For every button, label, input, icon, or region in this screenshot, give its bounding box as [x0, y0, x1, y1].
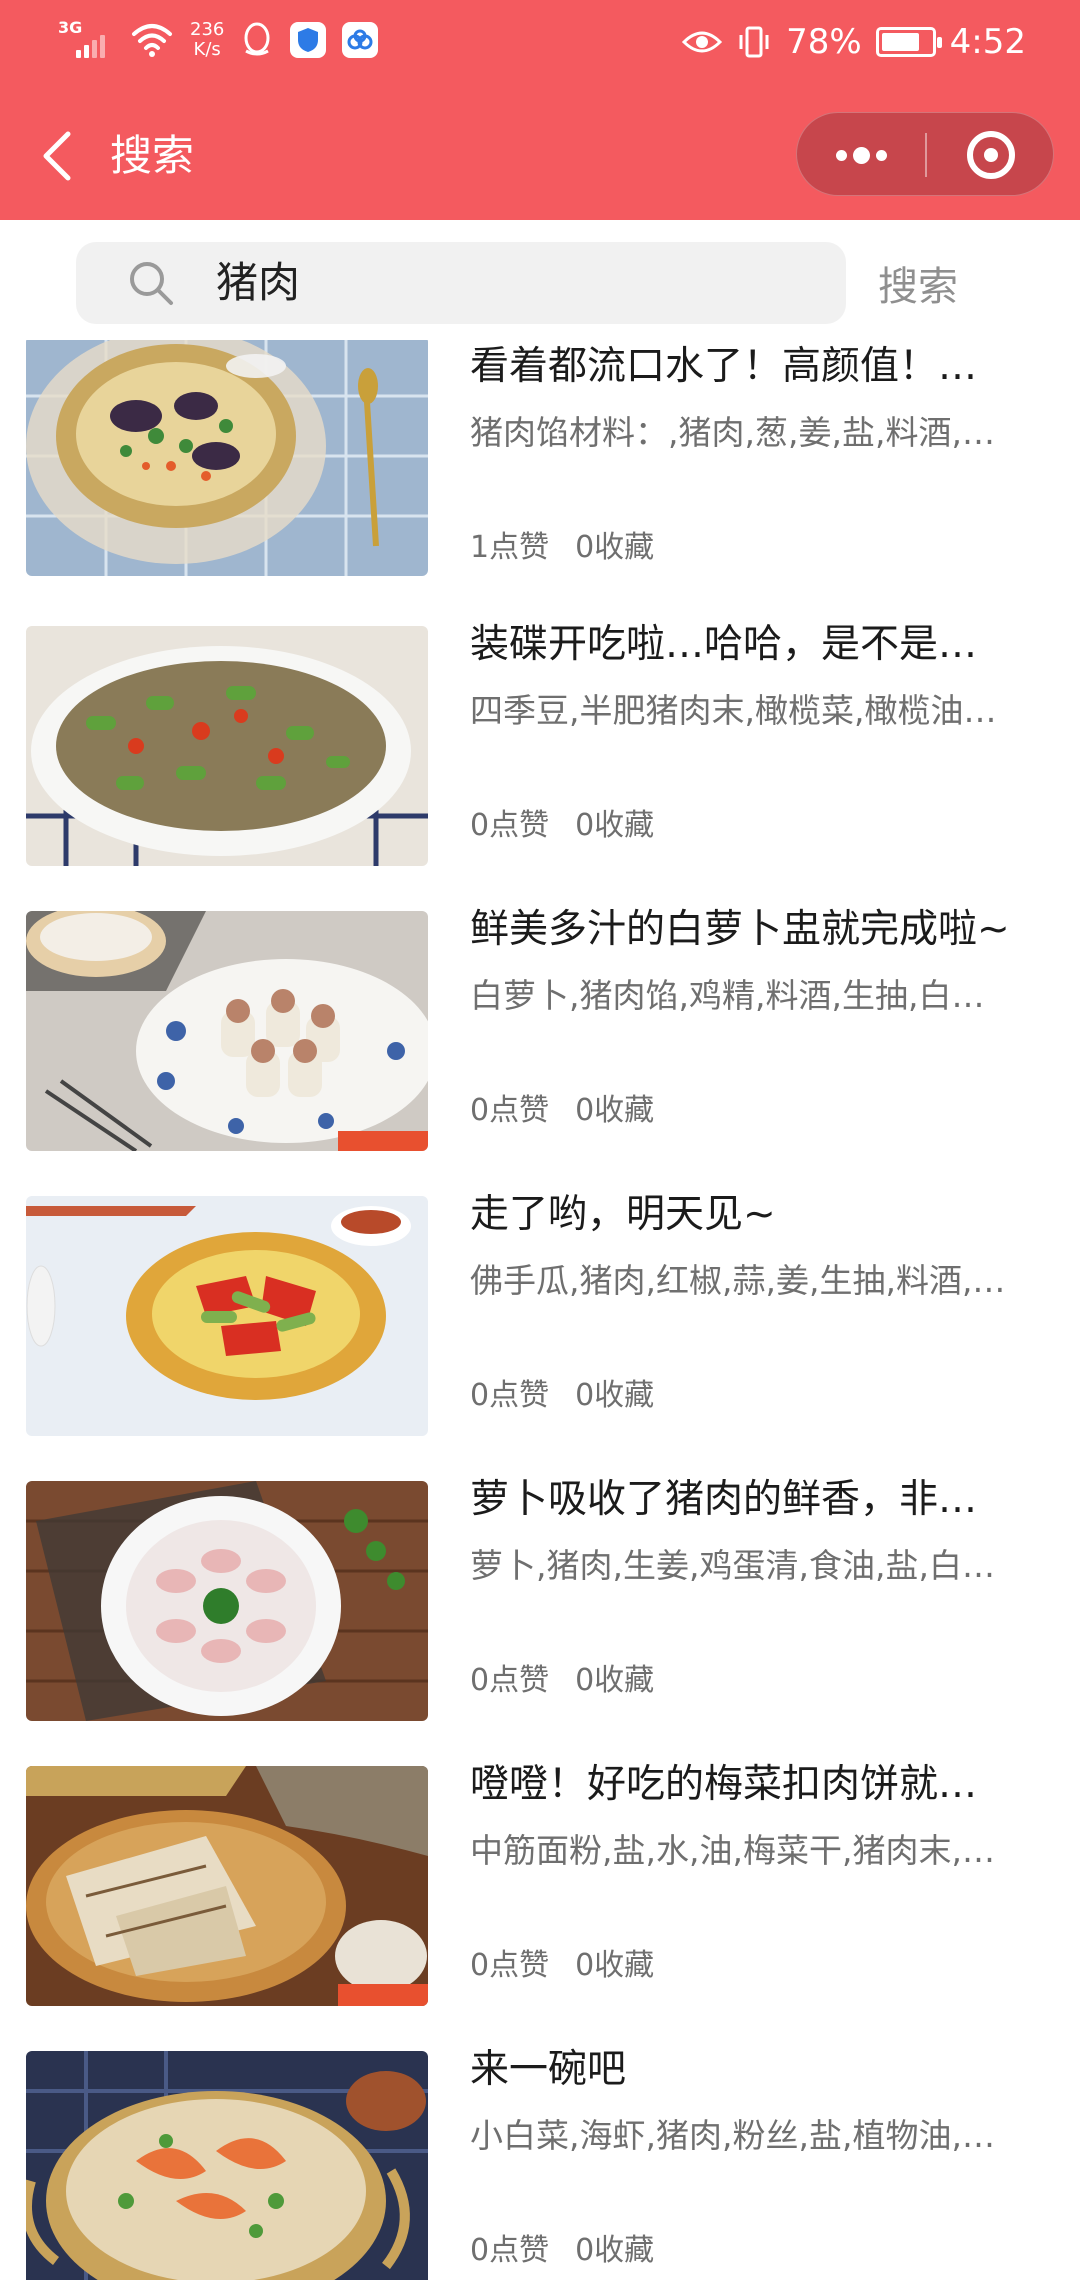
recipe-ingredients: 四季豆,半肥猪肉末,橄榄菜,橄榄油…: [470, 691, 997, 730]
recipe-title: 看着都流口水了！高颜值！…: [470, 344, 978, 389]
recipe-item[interactable]: 装碟开吃啦…哈哈，是不是… 四季豆,半肥猪肉末,橄榄菜,橄榄油… 0点赞 0收藏: [0, 618, 1080, 902]
recipe-image: [26, 340, 428, 576]
like-count: 0点赞: [470, 808, 550, 843]
recipe-title: 来一碗吧: [470, 2047, 627, 2092]
search-box[interactable]: [76, 242, 846, 324]
recipe-item[interactable]: 噔噔！好吃的梅菜扣肉饼就… 中筋面粉,盐,水,油,梅菜干,猪肉末,… 0点赞 0…: [0, 1758, 1080, 2042]
recipe-ingredients: 萝卜,猪肉,生姜,鸡蛋清,食油,盐,白…: [470, 1546, 995, 1585]
network-speed-value: 236: [190, 19, 225, 40]
network-speed-unit: K/s: [193, 39, 221, 60]
like-count: 0点赞: [470, 1378, 550, 1413]
recipe-image: [26, 1481, 428, 1721]
battery-icon: [875, 27, 942, 57]
favorite-count: 0收藏: [575, 808, 655, 843]
favorite-count: 0收藏: [575, 1948, 655, 1983]
recipe-item[interactable]: 鲜美多汁的白萝卜盅就完成啦~ 白萝卜,猪肉馅,鸡精,料酒,生抽,白… 0点赞 0…: [0, 903, 1080, 1187]
recipe-image: [26, 2051, 428, 2280]
navigation-bar: 搜索: [0, 92, 1080, 220]
battery-percent: 78%: [786, 22, 862, 62]
recipe-ingredients: 猪肉馅材料：,猪肉,葱,姜,盐,料酒,…: [470, 413, 995, 452]
shield-app-icon: [290, 22, 327, 58]
favorite-count: 0收藏: [575, 1663, 655, 1698]
recipe-title: 装碟开吃啦…哈哈，是不是…: [470, 622, 978, 667]
favorite-count: 0收藏: [575, 1378, 655, 1413]
recipe-image: [26, 626, 428, 866]
cloud-app-icon: [342, 22, 379, 58]
recipe-title: 走了哟，明天见~: [470, 1192, 776, 1237]
recipe-title: 萝卜吸收了猪肉的鲜香，非…: [470, 1477, 978, 1522]
recipe-list: 看着都流口水了！高颜值！… 猪肉馅材料：,猪肉,葱,姜,盐,料酒,… 1点赞 0…: [0, 340, 1080, 2280]
wifi-icon: [132, 24, 172, 57]
recipe-title: 噔噔！好吃的梅菜扣肉饼就…: [470, 1762, 978, 1807]
recipe-image: [26, 911, 428, 1151]
qq-icon: [244, 22, 270, 56]
network-speed: 236 K/s: [190, 20, 224, 60]
recipe-title: 鲜美多汁的白萝卜盅就完成啦~: [470, 907, 1010, 952]
vibrate-icon: [739, 26, 769, 58]
search-bar: 搜索: [0, 220, 1080, 340]
more-button[interactable]: [797, 113, 925, 197]
favorite-count: 0收藏: [575, 1093, 655, 1128]
search-button[interactable]: 搜索: [878, 262, 958, 312]
cellular-signal-icon: 3G: [58, 18, 114, 62]
like-count: 0点赞: [470, 1093, 550, 1128]
miniprogram-capsule: [796, 112, 1054, 196]
like-count: 0点赞: [470, 1663, 550, 1698]
favorite-count: 0收藏: [575, 530, 655, 565]
like-count: 0点赞: [470, 1948, 550, 1983]
target-icon: [967, 131, 1015, 179]
favorite-count: 0收藏: [575, 2233, 655, 2268]
search-icon: [130, 262, 173, 305]
recipe-ingredients: 佛手瓜,猪肉,红椒,蒜,姜,生抽,料酒,…: [470, 1261, 1006, 1300]
recipe-ingredients: 白萝卜,猪肉馅,鸡精,料酒,生抽,白…: [470, 976, 985, 1015]
recipe-item[interactable]: 萝卜吸收了猪肉的鲜香，非… 萝卜,猪肉,生姜,鸡蛋清,食油,盐,白… 0点赞 0…: [0, 1473, 1080, 1757]
recipe-ingredients: 中筋面粉,盐,水,油,梅菜干,猪肉末,…: [470, 1831, 995, 1870]
like-count: 0点赞: [470, 2233, 550, 2268]
search-input[interactable]: [216, 242, 816, 324]
recipe-ingredients: 小白菜,海虾,猪肉,粉丝,盐,植物油,…: [470, 2116, 995, 2155]
page-title: 搜索: [110, 131, 195, 180]
like-count: 1点赞: [470, 530, 550, 565]
status-bar: 3G 236 K/s 78% 4:52: [0, 0, 1080, 92]
close-miniprogram-button[interactable]: [927, 113, 1055, 197]
eye-icon: [682, 31, 723, 53]
clock: 4:52: [949, 22, 1026, 62]
recipe-image: [26, 1196, 428, 1436]
recipe-image: [26, 1766, 428, 2006]
recipe-item[interactable]: 看着都流口水了！高颜值！… 猪肉馅材料：,猪肉,葱,姜,盐,料酒,… 1点赞 0…: [0, 340, 1080, 624]
recipe-item[interactable]: 来一碗吧 小白菜,海虾,猪肉,粉丝,盐,植物油,… 0点赞 0收藏: [0, 2043, 1080, 2280]
back-icon[interactable]: [34, 128, 84, 184]
recipe-item[interactable]: 走了哟，明天见~ 佛手瓜,猪肉,红椒,蒜,姜,生抽,料酒,… 0点赞 0收藏: [0, 1188, 1080, 1472]
